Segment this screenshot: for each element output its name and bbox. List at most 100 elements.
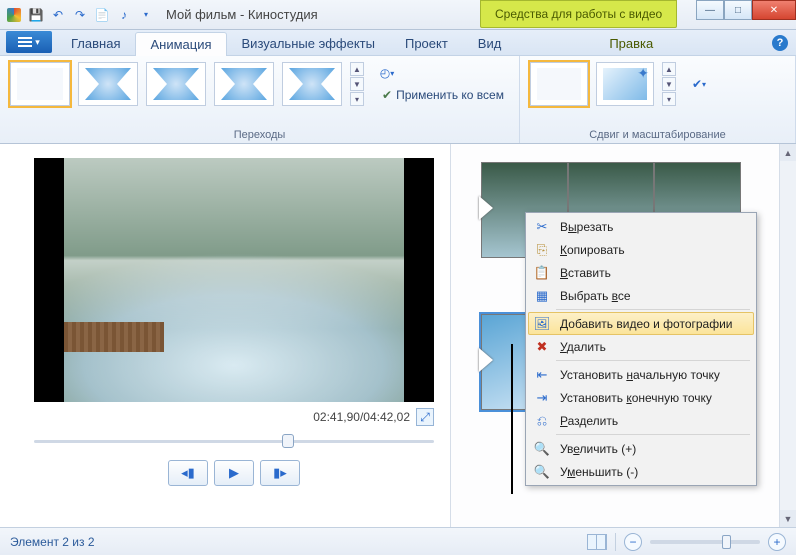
set-start-icon: ⇤ — [532, 366, 552, 384]
ctx-add-media[interactable]: 🖼 Добавить видео и фотографии — [528, 312, 754, 335]
ctx-select-all[interactable]: ▦ Выбрать все — [528, 284, 754, 307]
panzoom-gallery-scroll: ▲ ▼ ▾ — [662, 62, 676, 106]
copy-icon: ⎘ — [532, 241, 552, 259]
scroll-up-icon[interactable]: ▲ — [780, 144, 796, 161]
scroll-down-icon[interactable]: ▼ — [780, 510, 796, 527]
video-preview[interactable] — [34, 158, 434, 402]
group-transitions: ▲ ▼ ▾ ◴▾ ✔ Применить ко всем Переходы — [0, 56, 520, 143]
ctx-set-start[interactable]: ⇤ Установить начальную точку — [528, 363, 754, 386]
paste-icon: 📋 — [532, 264, 552, 282]
next-frame-button[interactable]: ▮▸ — [260, 460, 300, 486]
checkmark-icon: ✔ — [382, 88, 392, 102]
add-media-icon: 🖼 — [532, 315, 552, 333]
ctx-zoom-in[interactable]: 🔍 Увеличить (+) — [528, 437, 754, 460]
window-title: Мой фильм - Киностудия — [166, 7, 318, 22]
clip-start-marker-icon — [479, 348, 493, 372]
zoom-in-button[interactable]: + — [768, 533, 786, 551]
minimize-button[interactable]: — — [696, 0, 724, 20]
status-bar: Элемент 2 из 2 − + — [0, 527, 796, 555]
ctx-copy[interactable]: ⎘ Копировать — [528, 238, 754, 261]
maximize-button[interactable]: □ — [724, 0, 752, 20]
tab-edit[interactable]: Правка — [594, 31, 668, 55]
tab-view[interactable]: Вид — [463, 31, 517, 55]
vertical-scrollbar[interactable]: ▲ ▼ — [779, 144, 796, 527]
tab-project[interactable]: Проект — [390, 31, 463, 55]
clip-start-marker-icon — [479, 196, 493, 220]
transition-preset-1[interactable] — [78, 62, 138, 106]
play-button[interactable]: ▶ — [214, 460, 254, 486]
gallery-more-icon[interactable]: ▾ — [662, 92, 676, 106]
ctx-separator — [556, 434, 750, 435]
video-frame-image — [64, 158, 404, 402]
zoom-slider[interactable] — [650, 540, 760, 544]
ctx-paste[interactable]: 📋 Вставить — [528, 261, 754, 284]
panzoom-apply-icon[interactable]: ✔▾ — [690, 75, 708, 93]
group-pan-zoom: ▲ ▼ ▾ ✔▾ Сдвиг и масштабирование — [520, 56, 796, 143]
gallery-down-icon[interactable]: ▼ — [662, 77, 676, 91]
select-all-icon: ▦ — [532, 287, 552, 305]
time-counter: 02:41,90/04:42,02 — [313, 410, 410, 424]
ctx-cut[interactable]: ✂ Вырезать — [528, 215, 754, 238]
panzoom-preset-1[interactable] — [596, 62, 654, 106]
set-end-icon: ⇥ — [532, 389, 552, 407]
undo-icon[interactable]: ↶ — [48, 5, 68, 25]
app-icon[interactable] — [4, 5, 24, 25]
zoom-thumb[interactable] — [722, 535, 731, 549]
zoom-out-button[interactable]: − — [624, 533, 642, 551]
status-item-count: Элемент 2 из 2 — [10, 535, 95, 549]
quick-access-toolbar: 💾 ↶ ↷ 📄 ♪ ▾ — [4, 5, 156, 25]
seek-slider[interactable] — [34, 432, 434, 450]
ribbon: ▲ ▼ ▾ ◴▾ ✔ Применить ко всем Переходы ▲ … — [0, 56, 796, 144]
seek-thumb[interactable] — [282, 434, 294, 448]
ctx-set-end[interactable]: ⇥ Установить конечную точку — [528, 386, 754, 409]
menu-icon — [18, 37, 32, 47]
playback-controls: ◂▮ ▶ ▮▸ — [168, 460, 300, 486]
group-transitions-label: Переходы — [10, 127, 509, 141]
help-icon[interactable]: ? — [772, 35, 788, 51]
window-controls: — □ ✕ — [696, 0, 796, 20]
contextual-tab-video-tools: Средства для работы с видео — [480, 0, 677, 28]
scissors-icon: ✂ — [532, 218, 552, 236]
tab-animation[interactable]: Анимация — [135, 32, 226, 56]
gallery-up-icon[interactable]: ▲ — [662, 62, 676, 76]
apply-to-all-button[interactable]: ✔ Применить ко всем — [378, 86, 508, 104]
title-bar: 💾 ↶ ↷ 📄 ♪ ▾ Мой фильм - Киностудия Средс… — [0, 0, 796, 30]
gallery-more-icon[interactable]: ▾ — [350, 92, 364, 106]
redo-icon[interactable]: ↷ — [70, 5, 90, 25]
close-button[interactable]: ✕ — [752, 0, 796, 20]
split-icon: ⎌ — [532, 412, 552, 430]
file-menu-button[interactable]: ▾ — [6, 31, 52, 53]
view-mode-icon[interactable] — [587, 534, 607, 550]
transition-preset-3[interactable] — [214, 62, 274, 106]
ctx-separator — [556, 309, 750, 310]
ctx-delete[interactable]: ✖ Удалить — [528, 335, 754, 358]
transition-duration-icon[interactable]: ◴▾ — [378, 64, 396, 82]
qat-customize-icon[interactable]: ▾ — [136, 5, 156, 25]
apply-to-all-label: Применить ко всем — [396, 88, 504, 102]
ctx-zoom-out[interactable]: 🔍 Уменьшить (-) — [528, 460, 754, 483]
transitions-gallery-scroll: ▲ ▼ ▾ — [350, 62, 364, 106]
context-menu: ✂ Вырезать ⎘ Копировать 📋 Вставить ▦ Выб… — [525, 212, 757, 486]
preview-pane: 02:41,90/04:42,02 ⤢ ◂▮ ▶ ▮▸ — [0, 144, 450, 527]
ctx-split[interactable]: ⎌ Разделить — [528, 409, 754, 432]
fullscreen-icon[interactable]: ⤢ — [416, 408, 434, 426]
save-icon[interactable]: 💾 — [26, 5, 46, 25]
ctx-separator — [556, 360, 750, 361]
transition-none[interactable] — [10, 62, 70, 106]
group-panzoom-label: Сдвиг и масштабирование — [530, 127, 785, 141]
tab-home[interactable]: Главная — [56, 31, 135, 55]
document-icon[interactable]: 📄 — [92, 5, 112, 25]
music-note-icon[interactable]: ♪ — [114, 5, 134, 25]
transition-preset-4[interactable] — [282, 62, 342, 106]
zoom-out-icon: 🔍 — [532, 463, 552, 481]
prev-frame-button[interactable]: ◂▮ — [168, 460, 208, 486]
tab-visual-effects[interactable]: Визуальные эффекты — [227, 31, 390, 55]
zoom-in-icon: 🔍 — [532, 440, 552, 458]
ribbon-tabs: ▾ Главная Анимация Визуальные эффекты Пр… — [0, 30, 796, 56]
playhead-line[interactable] — [511, 344, 513, 494]
delete-icon: ✖ — [532, 338, 552, 356]
gallery-up-icon[interactable]: ▲ — [350, 62, 364, 76]
panzoom-none[interactable] — [530, 62, 588, 106]
transition-preset-2[interactable] — [146, 62, 206, 106]
gallery-down-icon[interactable]: ▼ — [350, 77, 364, 91]
